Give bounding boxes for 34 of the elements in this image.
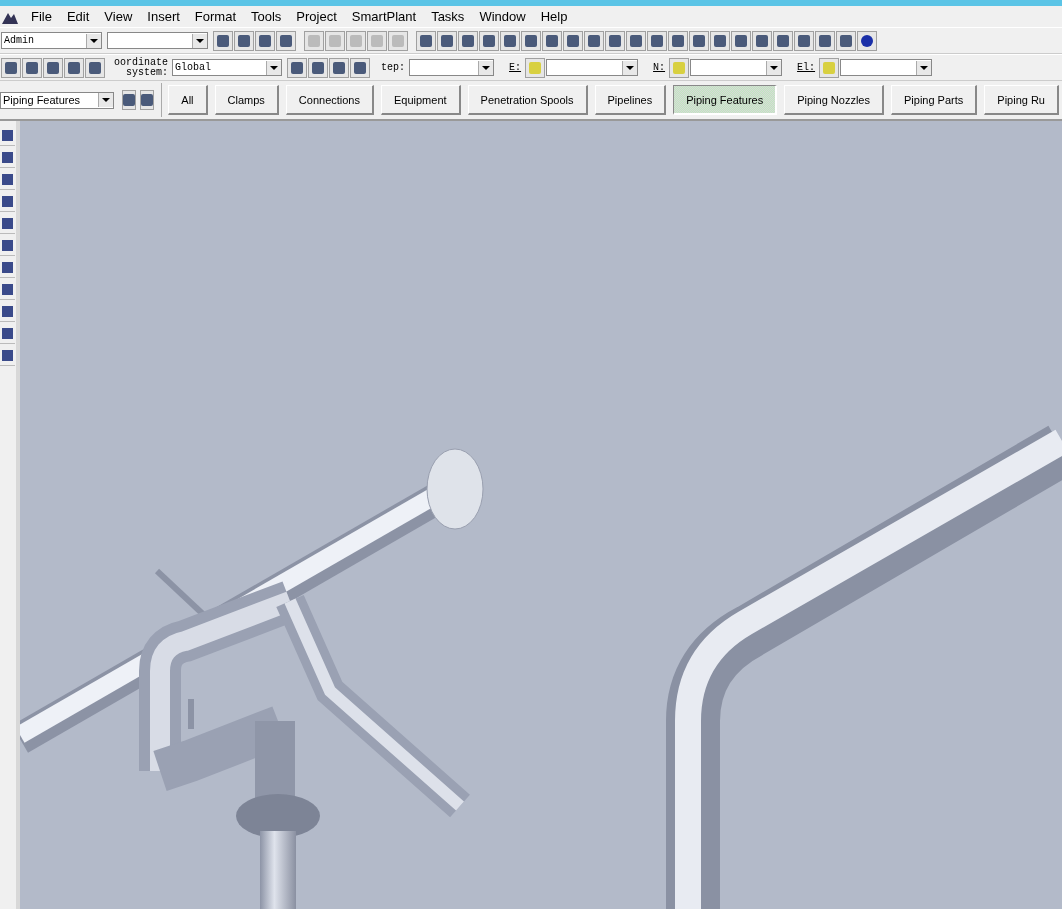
step-dropdown[interactable] bbox=[409, 59, 495, 76]
permission-group-dropdown[interactable] bbox=[107, 32, 208, 49]
user-dropdown[interactable]: Admin bbox=[1, 32, 102, 49]
elevation-dropdown[interactable] bbox=[840, 59, 933, 76]
filter-tab[interactable]: Penetration Spools bbox=[467, 85, 588, 115]
menu-item[interactable]: Insert bbox=[140, 9, 188, 24]
menu-item[interactable]: Help bbox=[533, 9, 576, 24]
menu-item[interactable]: Format bbox=[187, 9, 244, 24]
menu-item[interactable]: Project bbox=[289, 9, 345, 24]
coordinate-system-dropdown[interactable]: Global bbox=[172, 59, 282, 76]
menu-item[interactable]: Edit bbox=[59, 9, 98, 24]
filter-tab[interactable]: Equipment bbox=[381, 85, 461, 115]
filter-tab[interactable]: Clamps bbox=[214, 85, 279, 115]
filter-tab[interactable]: Pipelines bbox=[594, 85, 667, 115]
east-dropdown[interactable] bbox=[546, 59, 639, 76]
filter-tab[interactable]: All bbox=[168, 85, 208, 115]
menu-item[interactable]: View bbox=[97, 9, 141, 24]
filter-tab[interactable]: Piping Ru bbox=[984, 85, 1059, 115]
filter-tab[interactable]: Connections bbox=[285, 85, 374, 115]
menu-item[interactable]: Tasks bbox=[424, 9, 473, 24]
north-label: N: bbox=[653, 62, 666, 73]
east-label: E: bbox=[509, 62, 522, 73]
north-dropdown[interactable] bbox=[690, 59, 783, 76]
step-label: tep: bbox=[381, 62, 406, 73]
coordinate-system-label: oordinate system: bbox=[114, 57, 168, 78]
filter-tab[interactable]: Piping Parts bbox=[891, 85, 978, 115]
menu-item[interactable]: File bbox=[24, 9, 60, 24]
menu-item[interactable]: Tools bbox=[244, 9, 290, 24]
filter-tab[interactable]: Piping Nozzles bbox=[784, 85, 884, 115]
elevation-label: El: bbox=[797, 62, 816, 73]
filter-tab[interactable]: Piping Features bbox=[673, 85, 778, 115]
filter-dropdown[interactable]: Piping Features bbox=[0, 91, 114, 109]
menu-item[interactable]: Window bbox=[472, 9, 534, 24]
menu-item[interactable]: SmartPlant bbox=[344, 9, 425, 24]
